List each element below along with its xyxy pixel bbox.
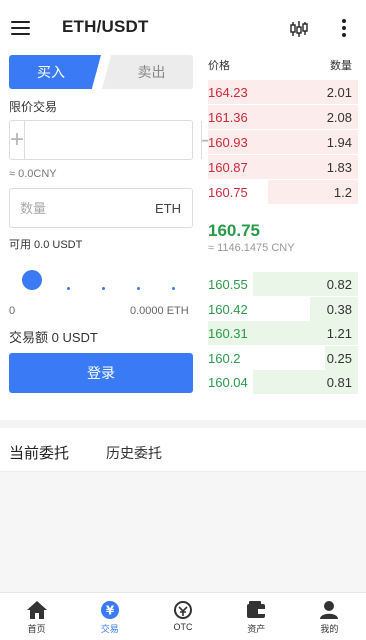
price-input[interactable] [25,121,202,159]
tab-order-history[interactable]: 历史委托 [106,443,162,463]
quantity-unit: ETH [155,201,181,216]
ask-price: 160.93 [208,135,248,150]
home-icon [26,601,47,619]
nav-item-assets[interactable]: 资产 [220,593,293,640]
slider-dot [102,287,105,290]
available-balance: 可用 0.0 USDT [9,239,83,251]
bid-quantity: 0.38 [326,301,352,317]
buy-tab[interactable]: 买入 [9,55,101,89]
slider-track [30,279,175,290]
svg-text:¥: ¥ [106,604,115,618]
price-stepper: + — [9,120,226,160]
slider-thumb[interactable] [22,270,42,290]
top-bar: ETH/USDT [0,0,366,54]
section-divider [0,420,366,428]
ask-row[interactable]: 160.75 1.2 [208,180,358,204]
slider-max-label: 0.0000 ETH [130,305,189,317]
ask-row[interactable]: 164.23 2.01 [208,80,358,104]
slider-dot [137,287,140,290]
last-price-cny: ≈ 1146.1475 CNY [208,242,295,254]
nav-item-trade[interactable]: ¥ 交易 [73,593,146,640]
bid-price: 160.55 [208,277,248,292]
order-book-header: 价格 数量 [208,57,352,72]
last-price: 160.75 [208,221,260,240]
bid-row[interactable]: 160.55 0.82 [208,272,358,296]
nav-item-profile[interactable]: 我的 [293,593,366,640]
trade-amount: 交易额 0 USDT [9,330,98,345]
nav-label: 首页 [27,624,46,634]
ask-quantity: 1.94 [326,135,352,150]
bid-price: 160.2 [208,350,241,366]
nav-item-home[interactable]: 首页 [0,593,73,640]
bid-row[interactable]: 160.42 0.38 [208,296,358,321]
otc-icon [174,601,192,619]
nav-label: 交易 [100,624,119,634]
amount-slider[interactable] [22,270,175,290]
ask-quantity: 2.01 [326,85,352,100]
kline-icon[interactable] [289,19,309,39]
tab-current-orders[interactable]: 当前委托 [9,442,69,463]
wallet-icon [247,601,266,618]
ask-price: 160.87 [208,160,248,175]
price-header: 价格 [208,60,230,72]
bid-price: 160.42 [208,301,248,317]
sell-tab[interactable]: 卖出 [102,55,193,89]
pair-title[interactable]: ETH/USDT [62,17,149,37]
bid-row[interactable]: 160.2 0.25 [208,345,358,370]
ask-row[interactable]: 161.36 2.08 [208,105,358,129]
ask-quantity: 1.2 [333,185,352,200]
bid-row[interactable]: 160.31 1.21 [208,321,358,345]
bid-quantity: 0.82 [326,277,352,292]
trade-screen: ETH/USDT 买入 卖出 限价交易 + — ≈ 0.0CNY ETH 可用 … [0,0,366,640]
ask-price: 161.36 [208,110,248,125]
ask-price: 164.23 [208,85,248,100]
price-cny-approx: ≈ 0.0CNY [9,168,57,180]
ask-quantity: 2.08 [326,110,352,125]
yen-icon: ¥ [100,601,119,619]
nav-item-otc[interactable]: OTC [146,593,219,640]
user-icon [320,601,339,619]
ask-row[interactable]: 160.87 1.83 [208,155,358,179]
nav-label: OTC [173,622,193,632]
orders-list [0,472,366,592]
order-type-label[interactable]: 限价交易 [9,98,57,115]
ask-quantity: 1.83 [326,160,352,175]
slider-min-label: 0 [9,305,16,317]
quantity-header: 数量 [330,60,352,72]
more-icon[interactable] [341,19,347,37]
quantity-input[interactable] [20,189,140,227]
orders-tabs: 当前委托 历史委托 [0,428,366,472]
ask-price: 160.75 [208,185,248,200]
bid-quantity: 1.21 [326,326,352,341]
bid-quantity: 0.25 [326,350,352,366]
login-button[interactable]: 登录 [9,353,193,393]
ask-row[interactable]: 160.93 1.94 [208,130,358,154]
bid-price: 160.04 [208,375,248,390]
price-plus-button[interactable]: + [10,121,26,159]
bid-row[interactable]: 160.04 0.81 [208,370,358,394]
quantity-field: ETH [9,188,193,228]
menu-icon[interactable] [11,21,30,35]
bid-quantity: 0.81 [326,375,352,390]
slider-dot [67,287,70,290]
bottom-nav: 首页 ¥ 交易 OTC 资产 我的 [0,592,366,640]
nav-label: 我的 [320,624,339,634]
bid-price: 160.31 [208,326,248,341]
nav-label: 资产 [247,624,266,634]
slider-dot [172,287,175,290]
